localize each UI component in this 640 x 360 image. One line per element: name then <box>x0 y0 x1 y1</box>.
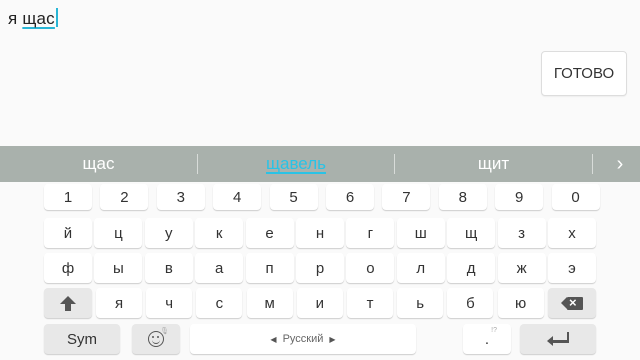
key-0[interactable]: 0 <box>551 184 600 210</box>
input-prefix: я <box>8 9 23 28</box>
sym-key[interactable]: Sym <box>44 324 120 354</box>
key-5[interactable]: 5 <box>269 184 318 210</box>
key-б[interactable]: б <box>447 288 494 318</box>
space-key[interactable]: ◀ Русский ▶ <box>190 324 416 354</box>
microphone-icon: 🎙 <box>160 328 169 335</box>
key-м[interactable]: м <box>246 288 293 318</box>
period-key[interactable]: !? . <box>463 324 511 354</box>
key-в[interactable]: в <box>144 253 193 283</box>
chevron-left-icon: ◀ <box>270 334 277 344</box>
key-7[interactable]: 7 <box>382 184 431 210</box>
key-н[interactable]: н <box>296 218 344 248</box>
key-р[interactable]: р <box>296 253 344 283</box>
suggestion-1[interactable]: щас <box>0 146 197 182</box>
key-2[interactable]: 2 <box>100 184 149 210</box>
shift-key[interactable] <box>44 288 92 318</box>
key-1[interactable]: 1 <box>44 184 92 210</box>
key-3[interactable]: 3 <box>156 184 205 210</box>
input-current-word: щас <box>22 9 55 28</box>
key-9[interactable]: 9 <box>495 184 544 210</box>
text-input[interactable]: я щас <box>8 8 58 29</box>
chevron-right-icon[interactable]: › <box>600 146 640 182</box>
key-з[interactable]: з <box>497 218 546 248</box>
sym-label: Sym <box>67 330 97 348</box>
key-я[interactable]: я <box>96 288 142 318</box>
key-э[interactable]: э <box>548 253 596 283</box>
key-щ[interactable]: щ <box>447 218 496 248</box>
enter-icon <box>547 332 569 346</box>
shift-icon <box>60 296 76 311</box>
suggestion-3[interactable]: щит <box>395 146 592 182</box>
key-и[interactable]: и <box>296 288 343 318</box>
chevron-right-icon: ▶ <box>329 334 336 344</box>
period-char: . <box>484 330 490 348</box>
language-label: Русский <box>282 333 324 345</box>
key-й[interactable]: й <box>44 218 92 248</box>
key-6[interactable]: 6 <box>326 184 374 210</box>
key-у[interactable]: у <box>144 218 193 248</box>
key-а[interactable]: а <box>195 253 244 283</box>
key-х[interactable]: х <box>548 218 596 248</box>
language-indicator: ◀ Русский ▶ <box>270 333 335 345</box>
key-ь[interactable]: ь <box>397 288 444 318</box>
suggestion-divider <box>592 154 593 174</box>
key-ы[interactable]: ы <box>94 253 143 283</box>
key-ж[interactable]: ж <box>497 253 546 283</box>
done-button[interactable]: ГОТОВО <box>541 51 627 96</box>
emoji-key[interactable]: 🎙 <box>132 324 180 354</box>
key-ш[interactable]: ш <box>396 218 445 248</box>
backspace-key[interactable]: × <box>548 288 596 318</box>
key-п[interactable]: п <box>245 253 294 283</box>
key-о[interactable]: о <box>346 253 395 283</box>
key-к[interactable]: к <box>195 218 244 248</box>
period-hint: !? <box>491 327 497 334</box>
enter-key[interactable] <box>520 324 596 354</box>
key-д[interactable]: д <box>447 253 496 283</box>
key-т[interactable]: т <box>347 288 393 318</box>
text-input-area[interactable]: я щас ГОТОВО <box>0 0 640 146</box>
keyboard: 1234567890 йцукенгшщзх фывапролджэ ячсми… <box>0 182 640 360</box>
key-ч[interactable]: ч <box>146 288 193 318</box>
text-caret <box>55 8 58 27</box>
suggestion-2[interactable]: щавель <box>198 146 394 182</box>
key-ц[interactable]: ц <box>94 218 143 248</box>
key-ф[interactable]: ф <box>44 253 92 283</box>
key-с[interactable]: с <box>196 288 243 318</box>
key-е[interactable]: е <box>245 218 294 248</box>
backspace-icon: × <box>561 295 583 310</box>
key-ю[interactable]: ю <box>497 288 544 318</box>
key-8[interactable]: 8 <box>438 184 487 210</box>
key-г[interactable]: г <box>346 218 395 248</box>
key-л[interactable]: л <box>396 253 445 283</box>
key-4[interactable]: 4 <box>213 184 262 210</box>
suggestion-bar: щас щавель щит › <box>0 146 640 182</box>
